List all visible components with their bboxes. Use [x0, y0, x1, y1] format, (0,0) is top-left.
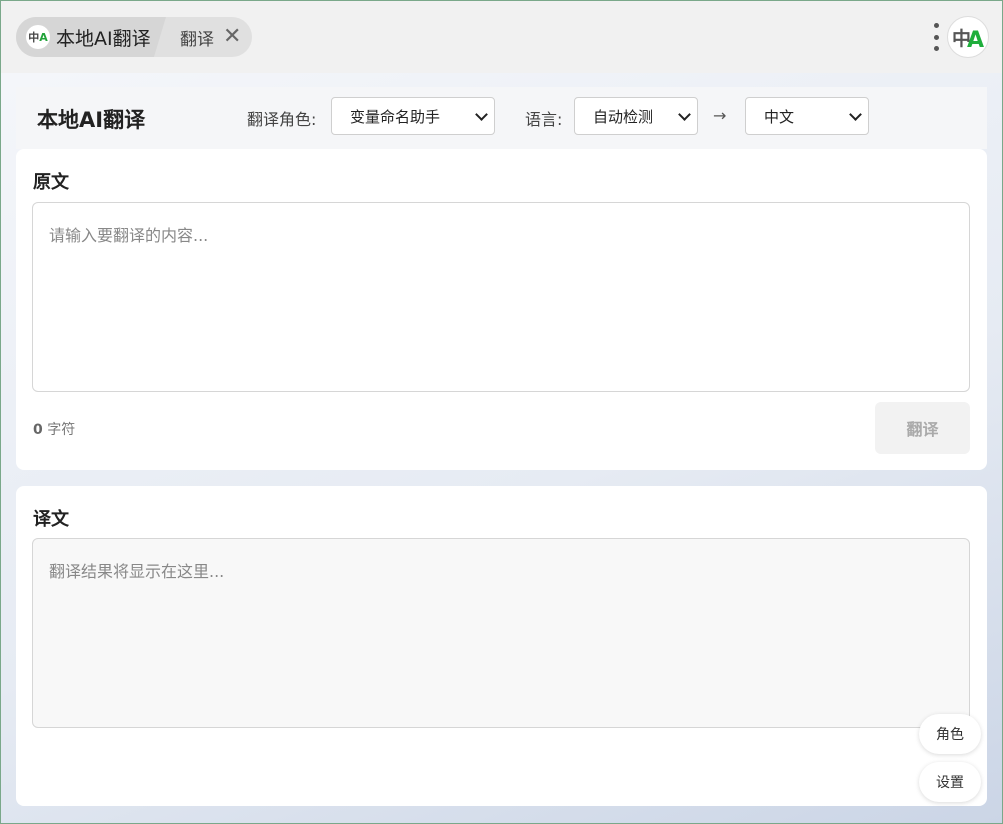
page-title: 本地AI翻译	[37, 108, 146, 132]
source-card: 原文 请输入要翻译的内容... 0 字符 翻译	[16, 149, 987, 470]
target-card: 译文 翻译结果将显示在这里...	[16, 486, 987, 806]
tab-local-ai-translate[interactable]: 中A 本地AI翻译	[16, 17, 166, 57]
settings-button[interactable]: 设置	[919, 762, 981, 802]
tab-translate[interactable]: 翻译 ✕	[180, 17, 241, 57]
logo-char: 中	[28, 31, 40, 44]
chevron-down-icon	[475, 108, 488, 121]
tab-bar: 中A 本地AI翻译 翻译 ✕ 中A	[1, 1, 1002, 73]
translate-button[interactable]: 翻译	[875, 402, 970, 454]
char-count-unit: 字符	[47, 422, 76, 438]
target-language-select[interactable]: 中文	[745, 97, 869, 135]
role-label: 翻译角色:	[247, 110, 317, 129]
tab-main-label: 本地AI翻译	[56, 27, 151, 50]
role-select-value: 变量命名助手	[350, 107, 441, 126]
translate-logo-icon: 中A	[26, 25, 50, 49]
language-label: 语言:	[525, 110, 563, 129]
target-title: 译文	[33, 509, 69, 530]
target-textarea[interactable]: 翻译结果将显示在这里...	[32, 538, 970, 728]
arrow-right-icon: →	[713, 106, 727, 125]
translate-extension-icon[interactable]: 中A	[947, 16, 989, 58]
char-count-value: 0	[33, 422, 43, 438]
source-language-select[interactable]: 自动检测	[574, 97, 698, 135]
role-select[interactable]: 变量命名助手	[331, 97, 495, 135]
close-icon[interactable]: ✕	[223, 26, 241, 48]
ext-logo-accent: A	[966, 27, 985, 53]
header-bar: 本地AI翻译 翻译角色: 变量命名助手 语言: 自动检测 → 中文	[16, 87, 987, 149]
source-language-value: 自动检测	[593, 107, 654, 126]
tab-group[interactable]: 中A 本地AI翻译 翻译 ✕	[16, 17, 252, 57]
source-title: 原文	[33, 172, 69, 193]
target-language-value: 中文	[764, 107, 795, 126]
more-vertical-icon[interactable]	[931, 23, 941, 51]
target-placeholder: 翻译结果将显示在这里...	[49, 562, 225, 581]
main-content: 本地AI翻译 翻译角色: 变量命名助手 语言: 自动检测 → 中文 原文 请输入…	[1, 73, 1002, 823]
char-count: 0 字符	[33, 419, 75, 439]
logo-accent: A	[39, 30, 48, 44]
source-textarea[interactable]: 请输入要翻译的内容...	[32, 202, 970, 392]
chevron-down-icon	[849, 108, 862, 121]
chevron-down-icon	[678, 108, 691, 121]
role-button[interactable]: 角色	[919, 714, 981, 754]
source-placeholder: 请输入要翻译的内容...	[49, 226, 209, 245]
tab-sub-label: 翻译	[180, 29, 214, 50]
app-window: 中A 本地AI翻译 翻译 ✕ 中A 本地AI翻译 翻译角色: 变量命名助手 语言…	[0, 0, 1003, 824]
